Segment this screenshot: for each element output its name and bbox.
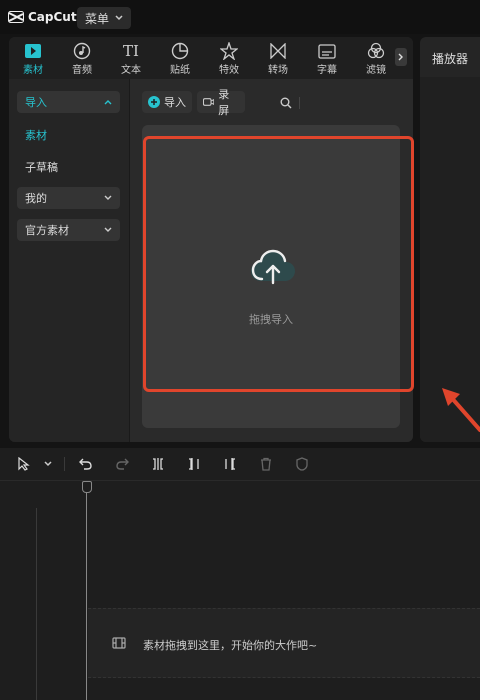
shield-icon <box>296 457 308 471</box>
record-screen-button[interactable]: 录屏 <box>197 88 245 117</box>
app-logo-text: CapCut <box>28 10 77 24</box>
capcut-logo-icon <box>8 11 24 23</box>
app-logo: CapCut <box>8 10 77 24</box>
delete-button[interactable] <box>258 456 274 472</box>
tool-sticker[interactable]: 贴纸 <box>158 39 202 77</box>
sidebar-item-mine[interactable]: 我的 <box>17 187 120 209</box>
menu-label: 菜单 <box>84 11 109 26</box>
toolbar-divider <box>64 457 65 471</box>
chevron-down-icon <box>104 195 112 200</box>
split-button[interactable] <box>150 456 166 472</box>
chevron-down-icon <box>44 461 52 467</box>
tool-captions[interactable]: 字幕 <box>305 39 349 77</box>
toolbar-more-button[interactable] <box>395 48 407 66</box>
plus-circle-icon <box>148 96 160 108</box>
undo-icon <box>79 458 92 470</box>
track-hint-text: 素材拖拽到这里，开始你的大作吧~ <box>143 639 318 652</box>
sidebar-item-material[interactable]: 素材 <box>25 127 47 143</box>
chevron-up-icon <box>104 100 112 105</box>
chevron-down-icon <box>115 15 123 21</box>
sidebar-item-label: 我的 <box>25 192 47 205</box>
captions-icon <box>318 43 336 59</box>
audio-icon <box>73 42 91 60</box>
import-button[interactable]: 导入 <box>142 91 192 113</box>
split-left-icon <box>189 458 199 470</box>
playhead-line[interactable] <box>86 493 87 700</box>
sidebar-item-official[interactable]: 官方素材 <box>17 219 120 241</box>
tool-effects[interactable]: 特效 <box>207 39 251 77</box>
sidebar-item-label: 官方素材 <box>25 224 69 237</box>
timeline-toolbar <box>0 448 480 481</box>
tool-transition[interactable]: 转场 <box>256 39 300 77</box>
playhead-handle[interactable] <box>82 481 92 493</box>
tool-label: 贴纸 <box>170 65 190 76</box>
search-divider <box>299 97 300 109</box>
undo-button[interactable] <box>78 456 94 472</box>
tool-label: 素材 <box>23 65 43 76</box>
chevron-right-icon <box>398 53 403 61</box>
player-header: 播放器 <box>420 37 480 78</box>
tool-audio[interactable]: 音频 <box>60 39 104 77</box>
chevron-down-icon <box>104 227 112 232</box>
cursor-icon <box>18 457 30 471</box>
effects-icon <box>220 42 238 60</box>
split-right-button[interactable] <box>222 456 238 472</box>
transition-icon <box>270 43 286 59</box>
main-track[interactable]: 素材拖拽到这里，开始你的大作吧~ <box>88 608 480 678</box>
select-mode-dropdown[interactable] <box>40 456 56 472</box>
player-title: 播放器 <box>432 52 469 66</box>
media-icon <box>25 44 41 58</box>
tool-label: 转场 <box>268 65 288 76</box>
split-icon <box>153 458 163 470</box>
mark-button[interactable] <box>294 456 310 472</box>
tool-media[interactable]: 素材 <box>11 39 55 77</box>
track-header-divider <box>36 508 37 700</box>
arrow-annotation-icon <box>442 388 480 432</box>
tool-label: 文本 <box>121 65 141 76</box>
tool-label: 字幕 <box>317 65 337 76</box>
tool-label: 音频 <box>72 65 92 76</box>
tool-text[interactable]: TI 文本 <box>109 39 153 77</box>
filter-icon <box>367 42 385 59</box>
select-tool-button[interactable] <box>16 456 32 472</box>
sidebar-item-label: 导入 <box>25 96 47 109</box>
media-sidebar: 导入 素材 子草稿 我的 官方素材 <box>9 79 129 442</box>
tool-label: 滤镜 <box>366 65 386 76</box>
camera-icon <box>203 98 215 106</box>
highlight-box <box>143 136 414 392</box>
search-icon[interactable] <box>280 97 292 109</box>
split-left-button[interactable] <box>186 456 202 472</box>
text-icon: TI <box>123 42 139 60</box>
redo-icon <box>116 458 129 470</box>
timeline-panel: 素材拖拽到这里，开始你的大作吧~ <box>0 448 480 700</box>
import-button-label: 导入 <box>164 96 186 109</box>
sticker-icon <box>171 42 189 60</box>
tool-label: 特效 <box>219 65 239 76</box>
trash-icon <box>261 457 271 471</box>
record-screen-label: 录屏 <box>218 88 230 117</box>
category-toolbar: 素材 音频 TI 文本 贴纸 特效 转场 字幕 滤镜 <box>9 37 413 79</box>
sidebar-item-subdraft[interactable]: 子草稿 <box>25 159 58 175</box>
film-icon <box>112 637 126 649</box>
tool-filter[interactable]: 滤镜 <box>354 39 398 77</box>
menu-button[interactable]: 菜单 <box>77 7 131 29</box>
split-right-icon <box>225 458 235 470</box>
sidebar-item-import[interactable]: 导入 <box>17 91 120 113</box>
redo-button[interactable] <box>114 456 130 472</box>
